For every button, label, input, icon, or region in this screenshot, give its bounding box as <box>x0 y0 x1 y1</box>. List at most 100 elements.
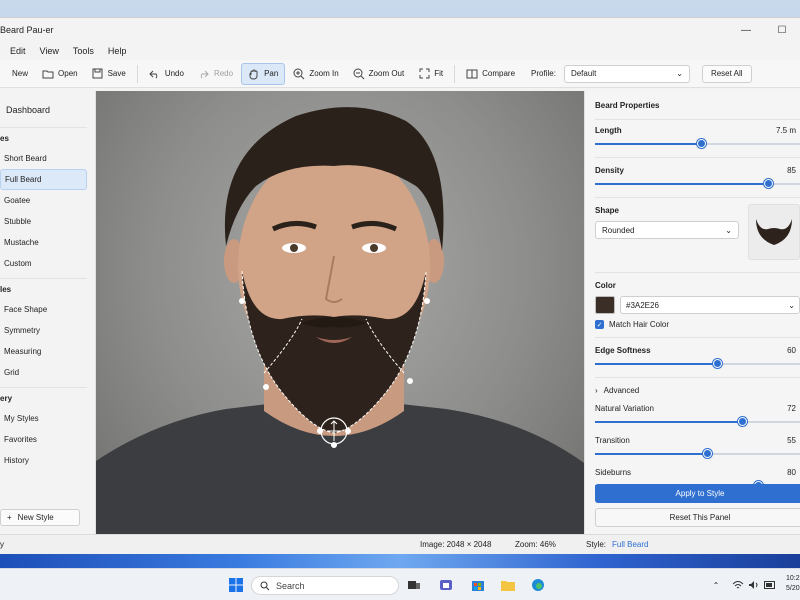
length-slider[interactable] <box>595 139 800 149</box>
edit-handle[interactable] <box>263 384 269 390</box>
fit-button[interactable]: Fit <box>412 63 449 85</box>
chevron-down-icon: ⌄ <box>788 300 795 310</box>
slider-thumb[interactable] <box>764 179 774 188</box>
zoom-in-icon <box>293 68 305 80</box>
compare-button[interactable]: Compare <box>460 63 521 85</box>
clock-date: 5/20 <box>786 585 800 592</box>
left-pupil <box>290 244 298 252</box>
minimize-button[interactable]: — <box>728 18 764 42</box>
advanced-label: Advanced <box>603 386 640 395</box>
beard-preview-icon <box>756 219 792 245</box>
slider-thumb[interactable] <box>696 139 706 148</box>
slider-thumb[interactable] <box>737 417 747 426</box>
slider-thumb[interactable] <box>713 359 722 368</box>
zoom-out-icon <box>353 68 365 80</box>
chevron-down-icon: ⌄ <box>725 225 732 235</box>
task-view-icon[interactable] <box>406 577 422 593</box>
apply-to-style-button[interactable]: Apply to Style <box>595 484 800 503</box>
new-style-button[interactable]: + New Style <box>0 509 80 526</box>
pan-button[interactable]: Pan <box>241 62 286 85</box>
natural-variation-slider[interactable] <box>595 417 800 427</box>
edit-handle[interactable] <box>317 428 323 434</box>
sidebar-item-history[interactable]: History <box>0 450 87 471</box>
edit-handle[interactable] <box>239 298 245 304</box>
zoom-out-button[interactable]: Zoom Out <box>347 63 411 85</box>
wifi-icon[interactable] <box>730 577 746 593</box>
match-hair-checkbox[interactable]: ✓ <box>595 320 604 329</box>
folder-icon <box>42 68 54 80</box>
shape-dropdown[interactable]: Rounded ⌄ <box>595 221 739 239</box>
file-explorer-icon[interactable] <box>500 577 516 593</box>
menu-bar: Edit View Tools Help <box>0 42 800 60</box>
reset-all-label: Reset All <box>710 69 743 78</box>
menu-edit[interactable]: Edit <box>10 46 26 56</box>
edge-softness-slider[interactable] <box>595 359 800 369</box>
sidebar-item-short-beard[interactable]: Short Beard <box>0 148 87 169</box>
reset-panel-button[interactable]: Reset This Panel <box>595 508 800 527</box>
edge-icon[interactable] <box>530 577 546 593</box>
menu-tools[interactable]: Tools <box>73 46 94 56</box>
sidebar-item-measuring[interactable]: Measuring <box>0 341 87 362</box>
edit-handle[interactable] <box>331 442 337 448</box>
sidebar-item-my-styles[interactable]: My Styles <box>0 408 87 429</box>
length-value: 7.5 m <box>775 126 796 135</box>
sidebar-section-styles: es <box>0 133 9 143</box>
volume-icon[interactable] <box>746 577 762 593</box>
status-zoom: Zoom: 46% <box>515 540 556 549</box>
sidebar-item-dashboard[interactable]: Dashboard <box>0 91 95 127</box>
color-hex-field[interactable]: #3A2E26 ⌄ <box>620 296 800 314</box>
sidebar-item-goatee[interactable]: Goatee <box>0 190 87 211</box>
open-button[interactable]: Open <box>36 63 84 85</box>
new-button[interactable]: New <box>6 63 34 85</box>
profile-dropdown[interactable]: Default ⌄ <box>563 64 690 83</box>
taskbar: Search ⌃ 10:2 5/20 <box>0 568 800 600</box>
status-left: y <box>0 540 4 549</box>
search-placeholder: Search <box>276 580 305 591</box>
sidebar-item-face-shape[interactable]: Face Shape <box>0 299 87 320</box>
sidebar-item-mustache[interactable]: Mustache <box>0 232 87 253</box>
sidebar-item-grid[interactable]: Grid <box>0 362 87 383</box>
right-pupil <box>370 244 378 252</box>
advanced-toggle[interactable]: › Advanced <box>595 386 800 395</box>
menu-view[interactable]: View <box>40 46 59 56</box>
start-button[interactable] <box>228 577 244 593</box>
chevron-down-icon: ⌄ <box>676 69 683 78</box>
menu-help[interactable]: Help <box>108 46 127 56</box>
undo-button[interactable]: Undo <box>143 63 190 85</box>
redo-button[interactable]: Redo <box>192 63 239 85</box>
sidebar-item-symmetry[interactable]: Symmetry <box>0 320 87 341</box>
reset-all-button[interactable]: Reset All <box>701 64 752 83</box>
divider <box>595 119 800 120</box>
length-label: Length <box>595 126 622 135</box>
image-canvas[interactable] <box>96 91 584 534</box>
clock[interactable]: 10:2 5/20 <box>786 574 800 594</box>
sidebar-item-full-beard[interactable]: Full Beard <box>0 169 87 190</box>
maximize-button[interactable]: ☐ <box>764 18 800 42</box>
density-slider[interactable] <box>595 179 800 189</box>
edit-handle[interactable] <box>345 428 351 434</box>
sideburns-label: Sideburns <box>595 468 632 477</box>
store-icon[interactable] <box>470 577 486 593</box>
zoom-in-button[interactable]: Zoom In <box>287 63 344 85</box>
natural-variation-label: Natural Variation <box>595 404 654 413</box>
color-swatch[interactable] <box>595 296 615 314</box>
edit-handle[interactable] <box>424 298 430 304</box>
main-area: Dashboard es Short Beard Full Beard Goat… <box>0 91 800 534</box>
divider <box>595 157 800 158</box>
divider <box>595 337 800 338</box>
battery-icon[interactable] <box>762 577 778 593</box>
edit-handle[interactable] <box>407 378 413 384</box>
fit-label: Fit <box>434 69 444 78</box>
teams-icon[interactable] <box>438 577 454 593</box>
shape-preview <box>748 204 800 260</box>
taskbar-search[interactable]: Search <box>251 576 399 595</box>
sidebar-item-stubble[interactable]: Stubble <box>0 211 87 232</box>
toolbar-divider <box>454 64 456 83</box>
save-button[interactable]: Save <box>86 63 132 85</box>
sidebar-item-favorites[interactable]: Favorites <box>0 429 87 450</box>
transition-slider[interactable] <box>595 449 800 459</box>
slider-thumb[interactable] <box>702 449 712 458</box>
chevron-up-icon[interactable]: ⌃ <box>708 577 724 593</box>
sidebar-item-custom[interactable]: Custom <box>0 253 87 274</box>
match-hair-label: Match Hair Color <box>609 320 670 329</box>
